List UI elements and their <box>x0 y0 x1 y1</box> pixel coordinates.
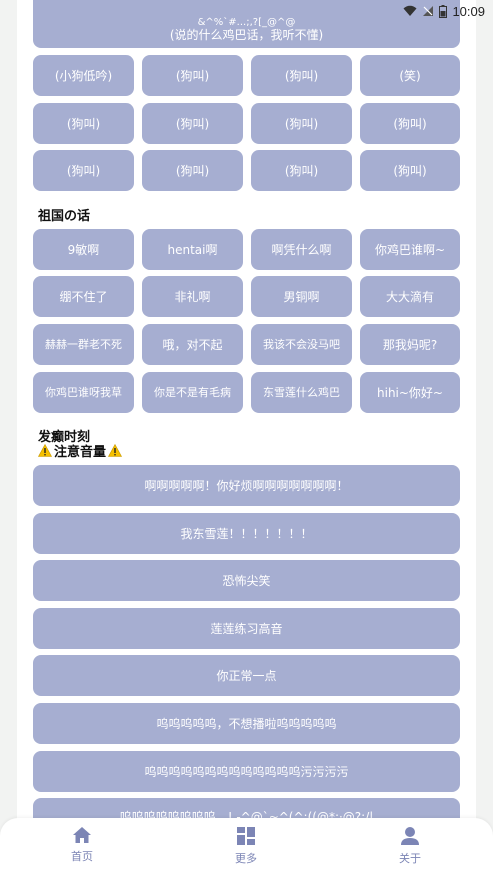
grid-icon <box>237 827 255 845</box>
sound-button[interactable]: 你鸡巴谁呀我草 <box>33 372 134 413</box>
sound-button[interactable]: 那我妈呢? <box>360 324 460 365</box>
sound-button-label: 你正常一点 <box>216 668 277 683</box>
sound-button-wide[interactable]: 啊啊啊啊啊！你好烦啊啊啊啊啊啊啊！ <box>33 465 460 506</box>
sound-button-label: (笑) <box>399 68 421 83</box>
sound-button-label: 啊凭什么啊 <box>271 242 332 257</box>
sound-button-label: (小狗低吟) <box>54 68 113 83</box>
sound-button-label: 9敏啊 <box>67 242 100 257</box>
wifi-icon <box>403 5 417 16</box>
sound-button-label: (狗叫) <box>284 68 319 83</box>
sound-button-wide[interactable]: 恐怖尖笑 <box>33 560 460 601</box>
nav-item-home[interactable]: 首页 <box>42 826 122 864</box>
sound-button-label: (狗叫) <box>393 116 427 131</box>
sound-button-label: 呜呜呜呜呜呜呜呜呜呜呜呜呜污污污污 <box>144 764 349 779</box>
nav-item-label: 关于 <box>399 852 421 865</box>
sound-button-line2: (说的什么鸡巴话，我听不懂) <box>169 27 324 42</box>
sound-button-label: 绷不住了 <box>59 289 108 304</box>
sound-button-label: hihi~你好~ <box>377 385 443 400</box>
sound-button-wide[interactable]: 我东雪莲！！！！！！！ <box>33 513 460 554</box>
volume-warning-text: 注意音量 <box>54 445 107 460</box>
nav-item-label: 更多 <box>235 852 257 865</box>
sound-button[interactable]: (狗叫) <box>142 55 243 96</box>
sound-button-label: 你鸡巴谁呀我草 <box>45 385 122 399</box>
sound-button[interactable]: 绷不住了 <box>33 276 134 317</box>
sound-button-label: (狗叫) <box>66 116 101 131</box>
sound-button-label: (狗叫) <box>175 116 210 131</box>
sound-button-label: (狗叫) <box>175 68 210 83</box>
sound-button-wide[interactable]: 你正常一点 <box>33 655 460 696</box>
sound-button-wide[interactable]: 呜呜呜呜呜，不想播啦呜呜呜呜呜 <box>33 703 460 744</box>
sound-button-label: (狗叫) <box>284 163 319 178</box>
sound-button-label: 男铜啊 <box>283 289 320 304</box>
sound-button-label: 大大滴有 <box>385 289 434 304</box>
sound-button-label: 莲莲练习高音 <box>210 621 283 636</box>
sound-button[interactable]: (狗叫) <box>360 150 460 191</box>
sound-button-wide[interactable]: 莲莲练习高音 <box>33 608 460 649</box>
sound-button-label: 哦，对不起 <box>162 337 223 352</box>
sound-button-label: 我东雪莲！！！！！！！ <box>180 526 313 541</box>
sound-button[interactable]: hentai啊 <box>142 229 243 270</box>
sound-button-label: 赫赫一群老不死 <box>45 337 122 351</box>
sound-button-label: 呜呜呜呜呜，不想播啦呜呜呜呜呜 <box>156 716 337 731</box>
sound-button-label: (狗叫) <box>66 163 101 178</box>
sound-button-label: 你鸡巴谁啊~ <box>374 242 446 257</box>
sound-button[interactable]: 哦，对不起 <box>142 324 243 365</box>
sound-button[interactable]: (狗叫) <box>251 103 352 144</box>
status-bar: 10:09 <box>0 0 493 22</box>
sound-button[interactable]: 9敏啊 <box>33 229 134 270</box>
status-time: 10:09 <box>452 3 485 19</box>
sound-button-label: (狗叫) <box>175 163 210 178</box>
sound-button-label: 非礼啊 <box>174 289 211 304</box>
sound-button[interactable]: (狗叫) <box>33 103 134 144</box>
person-icon <box>401 827 419 845</box>
sound-button[interactable]: (狗叫) <box>251 150 352 191</box>
sound-button[interactable]: 大大滴有 <box>360 276 460 317</box>
battery-icon <box>439 4 448 18</box>
nav-item-more[interactable]: 更多 <box>206 826 286 866</box>
sound-button-label: 那我妈呢? <box>382 337 438 352</box>
sound-button-label: hentai啊 <box>167 242 218 257</box>
sound-button[interactable]: (小狗低吟) <box>33 55 134 96</box>
home-icon <box>73 827 91 843</box>
sound-button[interactable]: 赫赫一群老不死 <box>33 324 134 365</box>
sound-button-wide[interactable]: 呜呜呜呜呜呜呜呜呜呜呜呜呜污污污污 <box>33 751 460 792</box>
sound-button-label: 啊啊啊啊啊！你好烦啊啊啊啊啊啊啊！ <box>144 478 349 493</box>
sound-button-label: 你是不是有毛病 <box>154 385 231 399</box>
signal-blocked-icon <box>423 6 434 16</box>
sound-button[interactable]: 非礼啊 <box>142 276 243 317</box>
volume-warning: 注意音量 <box>38 441 123 460</box>
sound-button[interactable]: (狗叫) <box>360 103 460 144</box>
sound-button[interactable]: 你鸡巴谁啊~ <box>360 229 460 270</box>
sound-button-label: 我该不会没马吧 <box>263 337 340 351</box>
sound-button[interactable]: 男铜啊 <box>251 276 352 317</box>
sound-button-label: (狗叫) <box>284 116 319 131</box>
nav-item-about[interactable]: 关于 <box>370 826 450 866</box>
sound-button[interactable]: (狗叫) <box>142 150 243 191</box>
sound-button[interactable]: 啊凭什么啊 <box>251 229 352 270</box>
sound-button[interactable]: (狗叫) <box>33 150 134 191</box>
sound-button[interactable]: 我该不会没马吧 <box>251 324 352 365</box>
sound-button-label: 恐怖尖笑 <box>222 573 271 588</box>
nav-item-label: 首页 <box>71 850 93 863</box>
sound-button[interactable]: 你是不是有毛病 <box>142 372 243 413</box>
sound-button[interactable]: hihi~你好~ <box>360 372 460 413</box>
sound-button[interactable]: (笑) <box>360 55 460 96</box>
sound-button[interactable]: (狗叫) <box>251 55 352 96</box>
sound-button-label: 东雪莲什么鸡巴 <box>263 385 340 399</box>
bottom-nav: 首页 更多 关于 <box>0 818 493 876</box>
sound-button[interactable]: (狗叫) <box>142 103 243 144</box>
section-title-motherland: 祖国の话 <box>38 209 91 224</box>
warning-icon <box>108 444 123 457</box>
sound-button[interactable]: 东雪莲什么鸡巴 <box>251 372 352 413</box>
sound-button-label: (狗叫) <box>393 163 427 178</box>
warning-icon <box>38 444 52 457</box>
